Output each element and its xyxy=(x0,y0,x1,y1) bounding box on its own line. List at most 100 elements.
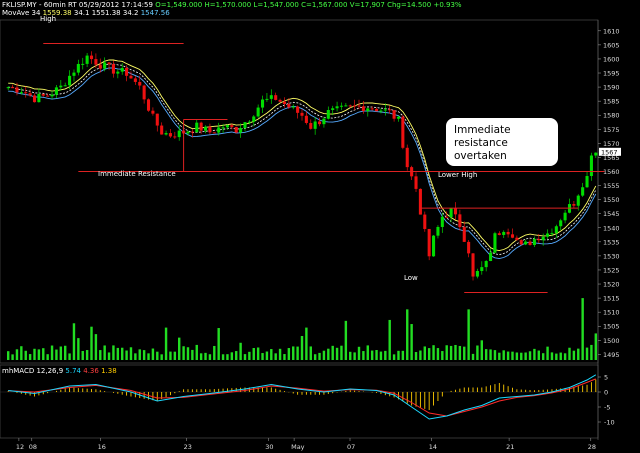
candle-body xyxy=(151,110,155,114)
price-tick-label: 1555 xyxy=(603,182,620,190)
candle-body xyxy=(370,108,374,110)
price-tick-label: 1560 xyxy=(603,168,620,176)
candle-body xyxy=(32,95,37,103)
candle-body xyxy=(98,64,102,69)
candle-body xyxy=(524,241,528,245)
candle-body xyxy=(116,71,120,74)
candle-body xyxy=(265,98,269,100)
candle-body xyxy=(546,233,550,237)
price-panel-frame xyxy=(0,19,599,364)
date-label: 05/29/2012 xyxy=(78,1,120,9)
candle-body xyxy=(576,195,580,206)
interval-label: 60min RT xyxy=(43,1,77,9)
price-tick-label: 1520 xyxy=(603,281,620,289)
candle-body xyxy=(190,131,194,133)
candle-body xyxy=(585,176,589,188)
candle-body xyxy=(239,128,243,133)
candle-body xyxy=(559,220,563,227)
price-tick-label: 1540 xyxy=(603,224,620,232)
candle-body xyxy=(173,136,177,138)
candle-body xyxy=(300,112,304,116)
candle-body xyxy=(107,62,111,65)
candle-body xyxy=(318,121,322,125)
candle-body xyxy=(256,107,260,117)
candle-body xyxy=(458,214,462,228)
callout-line-2: resistance overtaken xyxy=(454,137,508,162)
macd-header: mhMACD 12,26,9 5.74 4.36 1.38 xyxy=(2,367,117,375)
candle-body xyxy=(414,176,418,189)
candle-body xyxy=(85,55,89,64)
candle-body xyxy=(164,133,168,135)
candle-body xyxy=(274,95,278,100)
candle-body xyxy=(366,108,370,112)
candle-body xyxy=(19,92,23,94)
price-tick-label: 1515 xyxy=(603,295,620,303)
candle-body xyxy=(502,231,506,235)
candle-body xyxy=(111,64,115,74)
price-tick-label: 1530 xyxy=(603,252,620,260)
candle-body xyxy=(243,122,247,129)
candle-body xyxy=(383,109,387,111)
candle-body xyxy=(212,132,216,134)
candle-body xyxy=(177,130,181,138)
x-tick-label: 07 xyxy=(347,443,355,451)
candle-body xyxy=(199,122,203,131)
candle-body xyxy=(445,216,449,218)
candle-body xyxy=(217,127,221,133)
candle-body xyxy=(234,126,238,133)
low-label: Low xyxy=(404,274,418,282)
price-tick-label: 1525 xyxy=(603,266,620,274)
open-value: O=1,549.000 xyxy=(155,1,203,9)
candle-body xyxy=(59,85,63,88)
change-percent: +0.93% xyxy=(433,1,462,9)
candle-body xyxy=(37,93,41,103)
macd-line xyxy=(8,374,597,420)
candle-body xyxy=(594,152,598,156)
candle-body xyxy=(453,208,458,215)
candle-body xyxy=(291,106,295,108)
candle-body xyxy=(449,208,453,218)
candle-body xyxy=(462,227,466,242)
candle-body xyxy=(46,95,50,97)
candle-body xyxy=(125,67,129,76)
high-value: H=1,570.000 xyxy=(204,1,252,9)
x-tick-label: 23 xyxy=(184,443,192,451)
candle-body xyxy=(186,131,190,134)
low-value: L=1,547.000 xyxy=(253,1,299,9)
price-tick-label: 1575 xyxy=(603,126,620,134)
candle-body xyxy=(440,216,444,227)
candle-body xyxy=(41,93,45,96)
price-tick-label: 1500 xyxy=(603,337,620,345)
candle-body xyxy=(589,155,593,177)
price-tick-label: 1550 xyxy=(603,196,620,204)
candle-body xyxy=(353,105,357,107)
price-tick-label: 1600 xyxy=(603,55,620,63)
ma-label: MovAve 34 xyxy=(2,9,41,17)
candle-body xyxy=(541,236,545,241)
candle-body xyxy=(129,75,133,79)
candle-body xyxy=(532,239,536,246)
candle-body xyxy=(510,234,515,238)
candle-body xyxy=(436,226,440,236)
macd-label: mhMACD 12,26,9 xyxy=(2,367,64,375)
candle-body xyxy=(146,99,151,111)
candle-body xyxy=(221,127,225,129)
candle-body xyxy=(326,110,330,119)
x-tick-label: 12 xyxy=(16,443,24,451)
candle-body xyxy=(282,101,286,105)
candle-body xyxy=(348,105,352,107)
ma-value-3: 1551.38 xyxy=(91,9,121,17)
candle-body xyxy=(480,267,484,271)
candle-body xyxy=(54,87,58,95)
candle-body xyxy=(405,147,409,168)
candle-body xyxy=(103,62,107,69)
candle-body xyxy=(138,81,142,86)
candle-body xyxy=(72,72,76,76)
candle-body xyxy=(550,233,554,235)
candle-body xyxy=(133,78,137,82)
price-chart: 1495 1500 1505 1510 1515 1520 1525 1530 1535 1540… xyxy=(0,19,621,451)
price-tick-label: 1590 xyxy=(603,84,620,92)
candle-body xyxy=(120,67,124,72)
change-value: Chg=14.500 xyxy=(387,1,432,9)
candle-body xyxy=(554,226,558,234)
